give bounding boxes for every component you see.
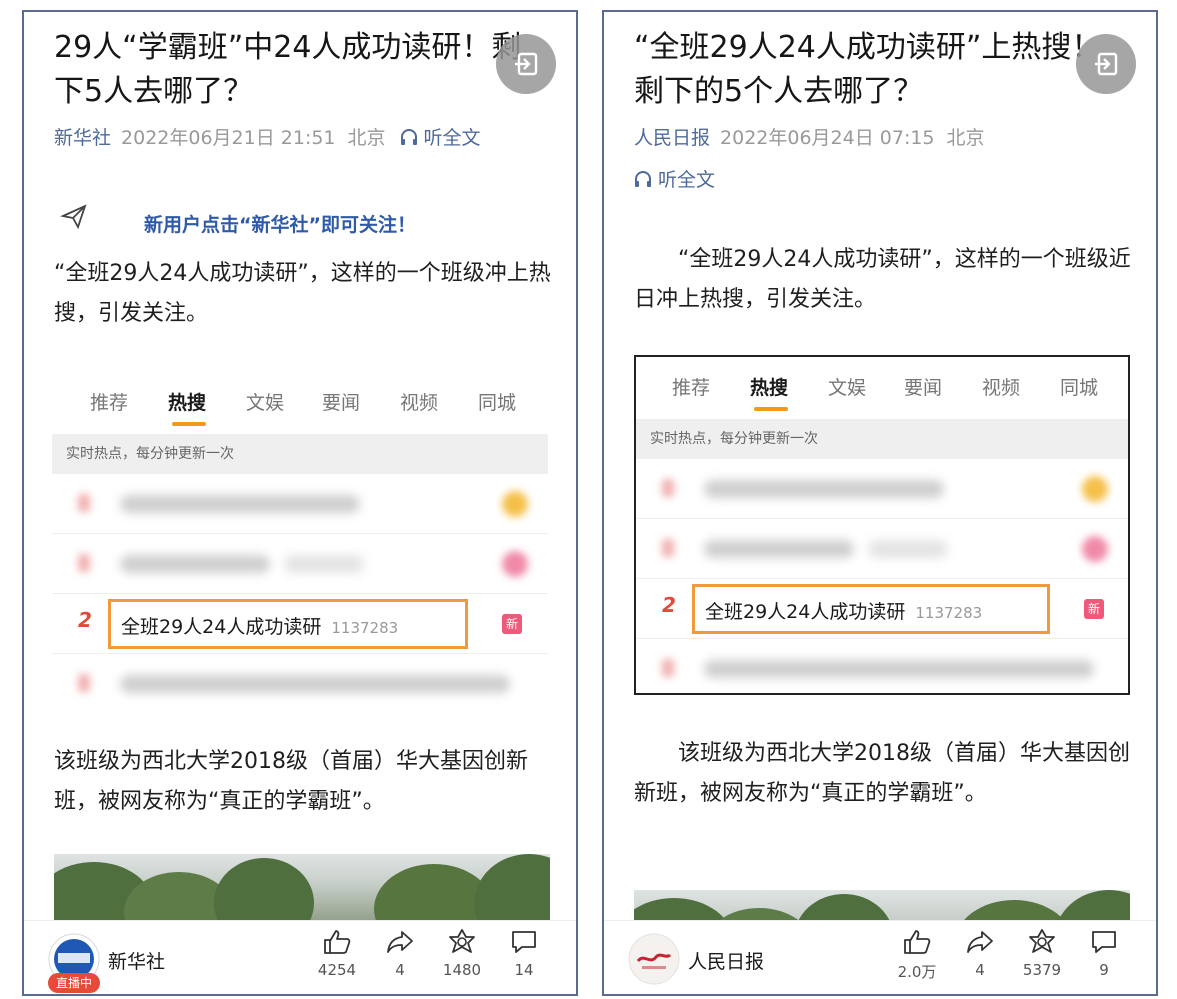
- collect-count: 5379: [1022, 961, 1062, 979]
- article-panel-peoples-daily: “全班29人24人成功读研”上热搜！ 剩下的5个人去哪了？ 人民日报 2022年0…: [602, 10, 1158, 996]
- like-count: 4254: [317, 961, 357, 979]
- tab-active-indicator: [172, 422, 206, 426]
- new-badge: 新: [1084, 599, 1104, 619]
- share-button[interactable]: 4: [950, 929, 1010, 979]
- peoples-daily-logo-icon[interactable]: [628, 933, 680, 985]
- hot-item-count: 1137283: [331, 619, 399, 637]
- comment-button[interactable]: 9: [1074, 929, 1134, 979]
- article-meta: 新华社 2022年06月21日 21:51 北京 听全文: [54, 124, 481, 152]
- headphones-icon: [635, 171, 651, 187]
- tab-hot-search: 热搜: [168, 392, 207, 414]
- hot-search-tabs: 推荐 热搜 文娱 要闻 视频 同城: [52, 378, 548, 428]
- hot-search-screenshot: 推荐 热搜 文娱 要闻 视频 同城 实时热点，每分钟更新一次 2 全班29人24…: [634, 355, 1130, 695]
- like-button[interactable]: 2.0万: [887, 929, 947, 982]
- hot-search-tabs: 推荐 热搜 文娱 要闻 视频 同城: [636, 363, 1128, 413]
- comment-icon: [1092, 931, 1116, 953]
- highlight-box: 全班29人24人成功读研 1137283: [692, 584, 1050, 634]
- exit-icon: [515, 52, 538, 76]
- publish-date: 2022年06月21日 21:51: [121, 127, 336, 149]
- article-panel-xinhua: 29人“学霸班”中24人成功读研！剩 下5人去哪了？ 新华社 2022年06月21…: [22, 10, 578, 996]
- footer-brand-name[interactable]: 人民日报: [688, 947, 764, 974]
- blurred-row: [636, 639, 1128, 699]
- location: 北京: [946, 127, 985, 149]
- comment-count: 14: [514, 961, 534, 979]
- rank-number: 2: [78, 608, 92, 632]
- listen-label: 听全文: [658, 169, 716, 191]
- paragraph-body: 该班级为西北大学2018级（首届）华大基因创新班，被网友称为“真正的学霸班”。: [54, 749, 528, 814]
- publish-date: 2022年06月24日 07:15: [720, 127, 935, 149]
- paper-plane-icon: [60, 204, 87, 230]
- source-link[interactable]: 人民日报: [634, 127, 710, 149]
- tab-recommend: 推荐: [672, 377, 711, 399]
- tab-hot-search: 热搜: [750, 377, 789, 399]
- footer-brand-name[interactable]: 新华社: [108, 947, 165, 974]
- tab-active-indicator: [754, 407, 788, 411]
- hot-search-tip: 实时热点，每分钟更新一次: [52, 434, 548, 474]
- collect-button[interactable]: 1480: [432, 929, 492, 979]
- tab-news: 要闻: [322, 392, 361, 414]
- blurred-row: [52, 534, 548, 594]
- article-headline: “全班29人24人成功读研”上热搜！ 剩下的5个人去哪了？: [634, 30, 1102, 109]
- listen-button[interactable]: 听全文: [634, 169, 715, 191]
- thumbs-up-icon: [904, 930, 931, 954]
- hot-item-title: 全班29人24人成功读研 1137283: [121, 616, 399, 638]
- exit-icon: [1095, 52, 1118, 76]
- collect-icon: [1029, 929, 1055, 953]
- paragraph-intro: “全班29人24人成功读研”，这样的一个班级近日冲上热搜，引发关注。: [634, 247, 1131, 312]
- paragraph-intro: “全班29人24人成功读研”，这样的一个班级冲上热搜，引发关注。: [54, 261, 551, 326]
- blurred-row: [636, 459, 1128, 519]
- comment-icon: [512, 931, 536, 953]
- tab-video: 视频: [400, 392, 439, 414]
- new-badge: 新: [502, 614, 522, 634]
- listen-label: 听全文: [423, 127, 481, 149]
- highlight-box: 全班29人24人成功读研 1137283: [108, 599, 468, 649]
- like-button[interactable]: 4254: [307, 929, 367, 979]
- hot-search-item-highlight: 2 全班29人24人成功读研 1137283 新: [636, 579, 1128, 639]
- tab-recommend: 推荐: [90, 392, 129, 414]
- thumbs-up-icon: [324, 930, 351, 954]
- hot-search-tip: 实时热点，每分钟更新一次: [636, 419, 1128, 459]
- tab-local: 同城: [478, 392, 517, 414]
- tab-local: 同城: [1060, 377, 1099, 399]
- headphones-icon: [400, 129, 417, 145]
- article-photo: [54, 854, 550, 924]
- rank-number: 2: [662, 593, 676, 617]
- share-button[interactable]: 4: [370, 929, 430, 979]
- follow-text: 新用户点击“新华社”即可关注！: [144, 214, 416, 236]
- share-count: 4: [395, 961, 405, 979]
- article-meta: 人民日报 2022年06月24日 07:15 北京: [634, 124, 999, 152]
- listen-row: 听全文: [634, 166, 715, 194]
- like-count: 2.0万: [897, 963, 937, 981]
- comment-button[interactable]: 14: [494, 929, 554, 979]
- exit-button[interactable]: [1076, 34, 1136, 94]
- live-badge: 直播中: [48, 973, 100, 993]
- location: 北京: [347, 127, 386, 149]
- source-link[interactable]: 新华社: [54, 127, 111, 149]
- collect-button[interactable]: 5379: [1012, 929, 1072, 979]
- tab-entertainment: 文娱: [246, 392, 285, 414]
- collect-count: 1480: [442, 961, 482, 979]
- blurred-row: [636, 519, 1128, 579]
- listen-button[interactable]: 听全文: [400, 127, 481, 149]
- share-icon: [967, 931, 993, 953]
- share-count: 4: [975, 961, 985, 979]
- tab-news: 要闻: [904, 377, 943, 399]
- comment-count: 9: [1099, 961, 1109, 979]
- hot-search-item-highlight: 2 全班29人24人成功读研 1137283 新: [52, 594, 548, 654]
- tab-entertainment: 文娱: [828, 377, 867, 399]
- hot-item-title: 全班29人24人成功读研 1137283: [705, 601, 983, 623]
- blurred-row: [52, 474, 548, 534]
- hot-item-count: 1137283: [915, 604, 983, 622]
- paragraph-body: 该班级为西北大学2018级（首届）华大基因创新班，被网友称为“真正的学霸班”。: [634, 741, 1130, 806]
- article-footer: 直播中 新华社 4254 4 1480 14: [24, 920, 576, 994]
- blurred-row: [52, 654, 548, 714]
- tab-video: 视频: [982, 377, 1021, 399]
- collect-icon: [449, 929, 475, 953]
- exit-button[interactable]: [496, 34, 556, 94]
- article-headline: 29人“学霸班”中24人成功读研！剩 下5人去哪了？: [54, 30, 522, 109]
- hot-search-screenshot: 推荐 热搜 文娱 要闻 视频 同城 实时热点，每分钟更新一次 2 全班29人24…: [52, 372, 548, 712]
- article-footer: 人民日报 2.0万 4 5379 9: [604, 920, 1156, 994]
- share-icon: [387, 931, 413, 953]
